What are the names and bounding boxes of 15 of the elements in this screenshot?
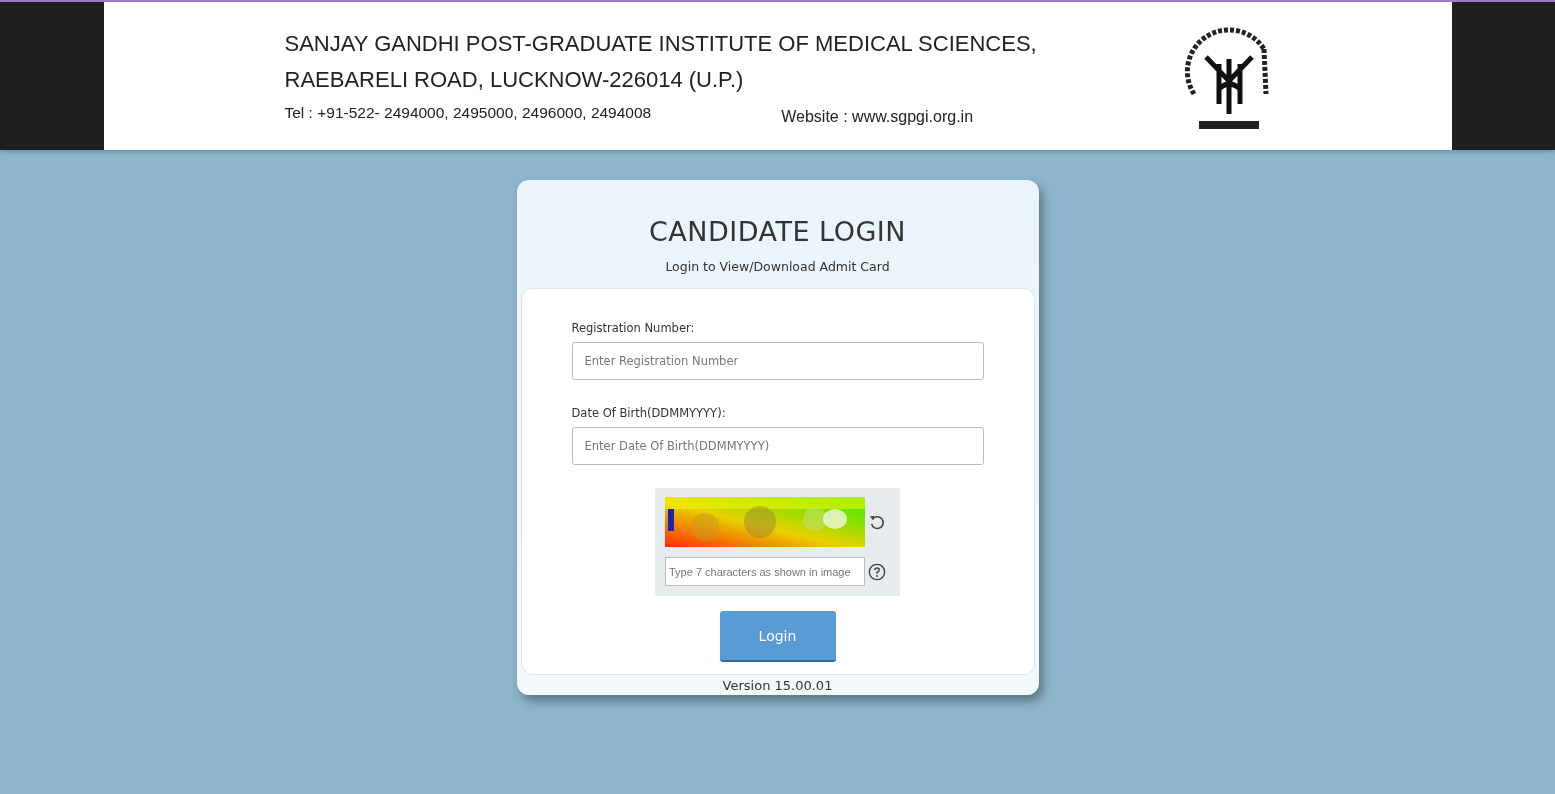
input-field[interactable]: Enter Registration Number	[571, 342, 984, 380]
help-icon[interactable]	[868, 562, 886, 581]
institute-name: SANJAY GANDHI POST-GRADUATE INSTITUTE OF MEDICAL SCIENCES,	[284, 30, 1038, 58]
field-label: Date Of Birth(DDMMYYYY):	[571, 406, 727, 420]
phone-numbers: Tel : +91-522- 2494000, 2495000, 2496000, 2494008	[284, 104, 652, 123]
field-label: Registration Number:	[571, 321, 696, 335]
captcha-input[interactable]: Type 7 characters as shown in image	[665, 557, 865, 586]
login-title: CANDIDATE LOGIN	[649, 216, 906, 247]
website-text: Website : www.sgpgi.org.in	[781, 108, 974, 126]
refresh-icon[interactable]	[868, 513, 886, 531]
institute-address: RAEBARELI ROAD, LUCKNOW-226014 (U.P.)	[284, 66, 745, 94]
input-field[interactable]: Enter Date Of Birth(DDMMYYYY)	[571, 427, 984, 465]
version-text: Version 15.00.01	[722, 678, 833, 693]
login-button[interactable]: Login	[719, 611, 836, 662]
login-subtitle: Login to View/Download Admit Card	[665, 259, 890, 274]
